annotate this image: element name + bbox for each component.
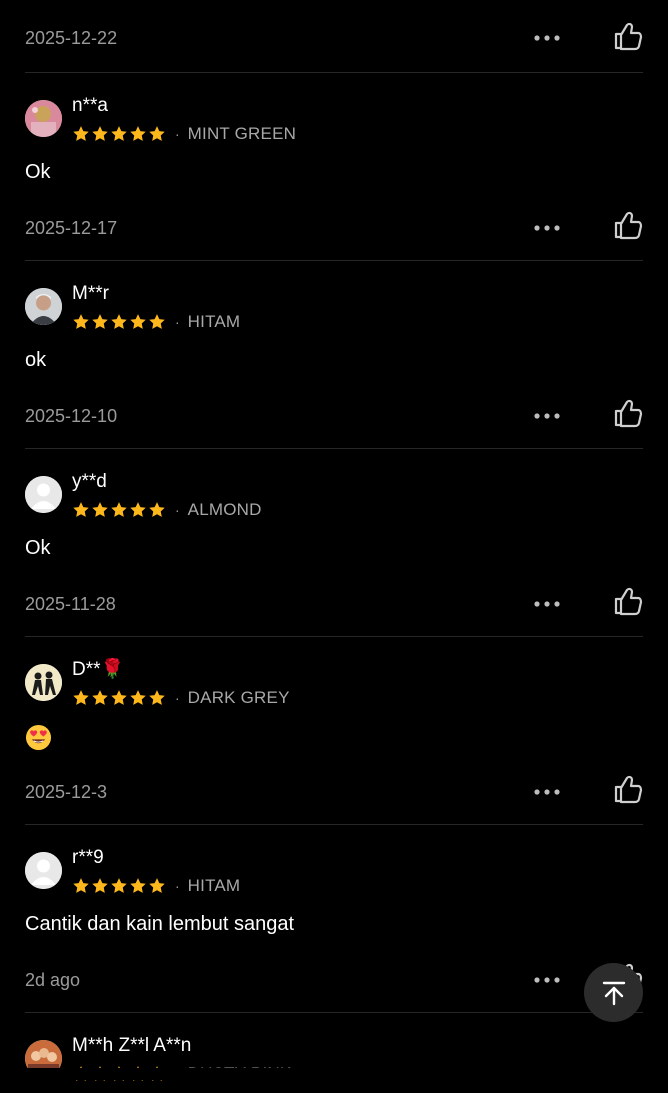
rating-row: · ALMOND [72,499,262,521]
review-footer: 2025-12-22 [25,0,643,73]
separator-dot: · [175,314,180,330]
star-icon [92,878,108,893]
review-item: y**d · ALMOND Ok 2025-11-28 [25,449,643,637]
star-icon [73,314,89,329]
star-icon [130,502,146,517]
more-dots-icon[interactable] [533,599,561,609]
review-text: Ok [25,537,51,559]
avatar[interactable] [25,852,62,889]
review-date: 2025-12-22 [25,28,118,48]
star-icon [130,878,146,893]
thumbs-up-icon[interactable] [611,209,643,241]
star-icon [111,126,127,141]
rating-row: · DARK GREY [72,687,290,709]
avatar[interactable] [25,476,62,513]
thumbs-up-icon[interactable] [611,585,643,617]
reviewer-name: n**a [72,95,108,116]
separator-dot: · [175,878,180,894]
avatar[interactable] [25,664,62,701]
rating-row: · HITAM [72,311,240,333]
review-item: n**a · MINT GREEN Ok 2025-12-17 [25,73,643,261]
review-text: ok [25,349,47,371]
more-dots-icon[interactable] [533,223,561,233]
separator-dot: · [175,690,180,706]
star-icon [130,314,146,329]
arrow-up-to-top-icon [602,981,625,1005]
more-dots-icon[interactable] [533,411,561,421]
star-rating [72,501,166,519]
star-icon [73,690,89,705]
review-text: Cantik dan kain lembut sangat [25,913,295,935]
review-item: r**9 · HITAM Cantik dan kain lembut sang… [25,825,643,1013]
review-item: M**h Z**l A**n · DUSTY PINK [25,1013,643,1093]
more-dots-icon[interactable] [533,33,561,43]
star-icon [149,502,165,517]
back-to-top-button[interactable] [584,963,643,1022]
reviewer-name: D**🌹 [72,659,125,680]
product-variant: HITAM [187,312,241,331]
reviewer-name: M**r [72,283,109,304]
star-rating [72,689,166,707]
star-icon [92,502,108,517]
review-item: M**r · HITAM ok 2025-12-10 [25,261,643,449]
thumbs-up-icon[interactable] [611,397,643,429]
product-variant: MINT GREEN [187,124,297,143]
star-icon [111,314,127,329]
heart-eyes-emoji-icon [25,724,52,751]
rating-row: · HITAM [72,875,240,897]
star-icon [92,690,108,705]
avatar[interactable] [25,100,62,137]
star-icon [130,126,146,141]
star-icon [111,690,127,705]
thumbs-up-icon[interactable] [611,20,643,52]
rating-row: · MINT GREEN [72,123,296,145]
bottom-edge [0,1068,668,1080]
star-icon [73,878,89,893]
separator-dot: · [175,502,180,518]
star-icon [149,126,165,141]
star-icon [92,126,108,141]
product-variant: HITAM [187,876,241,895]
star-icon [149,878,165,893]
product-variant: DARK GREY [187,688,290,707]
separator-dot: · [175,126,180,142]
thumbs-up-icon[interactable] [611,773,643,805]
product-variant: ALMOND [187,500,262,519]
reviewer-name: r**9 [72,847,104,868]
review-date: 2025-11-28 [25,594,116,614]
reviewer-name: M**h Z**l A**n [72,1035,192,1056]
star-icon [111,502,127,517]
star-rating [72,313,166,331]
reviewer-name: y**d [72,471,107,492]
review-date: 2025-12-17 [25,218,118,238]
star-rating [72,125,166,143]
star-icon [73,502,89,517]
star-rating [72,877,166,895]
star-icon [130,690,146,705]
more-dots-icon[interactable] [533,787,561,797]
review-text: Ok [25,161,51,183]
avatar[interactable] [25,288,62,325]
star-icon [149,314,165,329]
review-date: 2025-12-10 [25,406,118,426]
review-date: 2025-12-3 [25,782,108,802]
review-date: 2d ago [25,970,81,990]
review-item: D**🌹 · DARK GREY 2025-12-3 [25,637,643,825]
star-icon [73,126,89,141]
star-icon [111,878,127,893]
reviews-feed: 2025-12-22 n**a · MINT GREEN Ok 2025-12-… [0,0,668,1093]
more-dots-icon[interactable] [533,975,561,985]
star-icon [92,314,108,329]
star-icon [149,690,165,705]
